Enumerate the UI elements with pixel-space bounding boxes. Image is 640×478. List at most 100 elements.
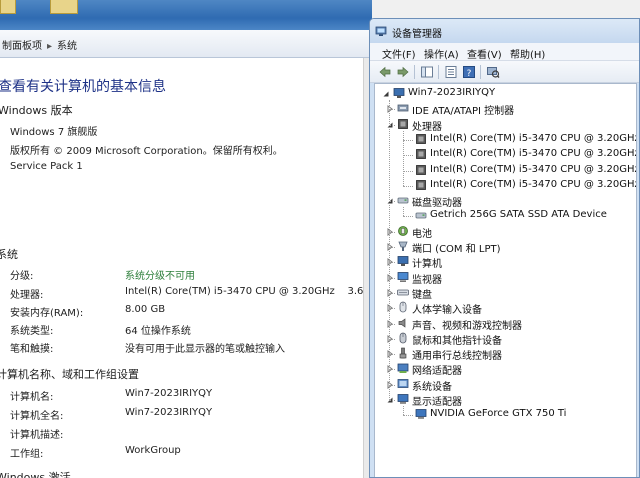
display-adapter-icon [415,409,427,419]
mouse-icon [399,332,407,344]
workgroup-value: WorkGroup [125,445,181,456]
processor-icon [398,118,408,129]
computer-icon [393,88,405,98]
disk-drive-icon [415,212,427,219]
system-type-value: 64 位操作系统 [125,326,191,337]
processor-icon [416,164,426,175]
tree-connector [403,139,413,141]
disk-drive-icon [397,197,409,204]
menu-action[interactable]: 操作(A) [424,46,459,61]
toolbar: ? [370,61,639,83]
monitor-icon [397,271,409,282]
toolbar-separator [480,65,481,79]
copyright-text: 版权所有 © 2009 Microsoft Corporation。保留所有权利… [10,146,283,157]
breadcrumb-item-control-panel[interactable]: 制面板项 [2,41,42,52]
network-adapter-icon [397,363,409,374]
tree-item-label: Win7-2023IRIYQY [408,87,496,98]
tree-connector [403,185,413,187]
menu-file[interactable]: 文件(F) [382,46,416,61]
device-tree: Win7-2023IRIYQY IDE ATA/ATAPI 控制器 处理器 Intel… [374,83,637,477]
tree-connector [403,130,404,186]
processor-label: 处理器: [10,290,44,301]
tree-connector [403,170,413,172]
menu-help[interactable]: 帮助(H) [510,46,545,61]
address-bar[interactable]: 制面板项 ▸ 系统 [0,30,372,58]
system-window: 制面板项 ▸ 系统 查看有关计算机的基本信息 Windows 版本 Windows … [0,0,372,478]
processor-icon [416,149,426,160]
ram-value: 8.00 GB [125,304,166,315]
breadcrumb-separator-icon: ▸ [47,41,53,52]
help-icon[interactable]: ? [462,65,476,79]
back-arrow-icon[interactable] [378,65,392,79]
computer-description-label: 计算机描述: [10,430,64,441]
activation-heading: Windows 激活 [0,471,71,478]
tree-item-label: 通用串行总线控制器 [412,351,502,363]
system-device-icon [397,378,409,388]
device-manager-title: 设备管理器 [392,29,442,40]
toolbar-separator [414,65,415,79]
properties-icon[interactable] [444,65,458,79]
computer-icon [397,256,409,267]
device-manager-icon [375,26,387,36]
folder-icon [50,0,78,14]
pen-touch-value: 没有可用于此显示器的笔或触控输入 [125,344,285,355]
page-title: 查看有关计算机的基本信息 [0,79,166,95]
full-computer-name-value: Win7-2023IRIYQY [125,407,213,418]
tree-item-label: 鼠标和其他指针设备 [412,335,502,347]
tree-item-label: 键盘 [412,289,432,301]
scan-hardware-icon[interactable] [486,65,500,79]
menu-bar: 文件(F) 操作(A) 查看(V) 帮助(H) [370,43,639,61]
keyboard-icon [397,289,409,296]
computer-name-value: Win7-2023IRIYQY [125,388,213,399]
processor-icon [416,133,426,144]
tree-connector [403,406,404,416]
tree-item-label: 监视器 [412,274,442,286]
usb-icon [399,347,407,359]
tree-item-label: Intel(R) Core(TM) i5-3470 CPU @ 3.20GHz [430,148,637,160]
hid-icon [399,301,407,313]
system-info-panel: 查看有关计算机的基本信息 Windows 版本 Windows 7 旗舰版 版权… [0,58,372,478]
tree-item-label: 声音、视频和游戏控制器 [412,320,522,332]
device-manager-titlebar[interactable]: 设备管理器 [370,19,639,43]
system-type-label: 系统类型: [10,326,54,337]
tree-item-label: Intel(R) Core(TM) i5-3470 CPU @ 3.20GHz [430,178,637,190]
collapse-arrow-icon[interactable] [382,90,390,98]
tree-item-label: 人体学输入设备 [412,305,482,317]
tree-item-label: 网络适配器 [412,366,462,378]
tree-item-label: Getrich 256G SATA SSD ATA Device [430,209,607,221]
pen-touch-label: 笔和触摸: [10,344,54,355]
device-manager-window: 设备管理器 文件(F) 操作(A) 查看(V) 帮助(H) ? Win7-202… [369,18,640,478]
taskbar-strip [0,0,372,30]
breadcrumb-item-system[interactable]: 系统 [57,41,77,52]
tree-connector [403,216,413,218]
display-adapter-icon [397,394,409,404]
windows-edition-heading: Windows 版本 [0,104,73,117]
tree-item-label: Intel(R) Core(TM) i5-3470 CPU @ 3.20GHz [430,132,637,144]
breadcrumb: 制面板项 ▸ 系统 [2,37,77,52]
svg-text:?: ? [467,69,472,79]
menu-view[interactable]: 查看(V) [467,46,502,61]
rating-link[interactable]: 系统分级不可用 [125,267,195,282]
console-tree-icon[interactable] [420,65,434,79]
tree-item-label: 端口 (COM 和 LPT) [412,244,501,255]
tree-item-label: 显示适配器 [412,397,462,408]
workgroup-label: 工作组: [10,449,44,460]
tree-connector [403,207,404,217]
tree-item-label: Intel(R) Core(TM) i5-3470 CPU @ 3.20GHz [430,163,637,175]
port-icon [398,241,408,251]
tree-connector [403,155,413,157]
system-section-heading: 系统 [0,248,18,261]
ram-label: 安装内存(RAM): [10,308,84,319]
tree-item-label: 磁盘驱动器 [412,198,462,210]
toolbar-separator [438,65,439,79]
battery-icon [398,225,408,236]
sound-icon [398,317,406,328]
tree-item-label: NVIDIA GeForce GTX 750 Ti [430,408,567,420]
tree-connector [389,100,390,400]
forward-arrow-icon[interactable] [396,65,410,79]
computer-name-section-heading: 计算机名称、域和工作组设置 [0,368,139,381]
processor-value: Intel(R) Core(TM) i5-3470 CPU @ 3.20GHz … [125,286,372,297]
tree-connector [389,400,395,401]
tree-item-label: 处理器 [412,121,442,133]
tree-connector [403,415,413,417]
